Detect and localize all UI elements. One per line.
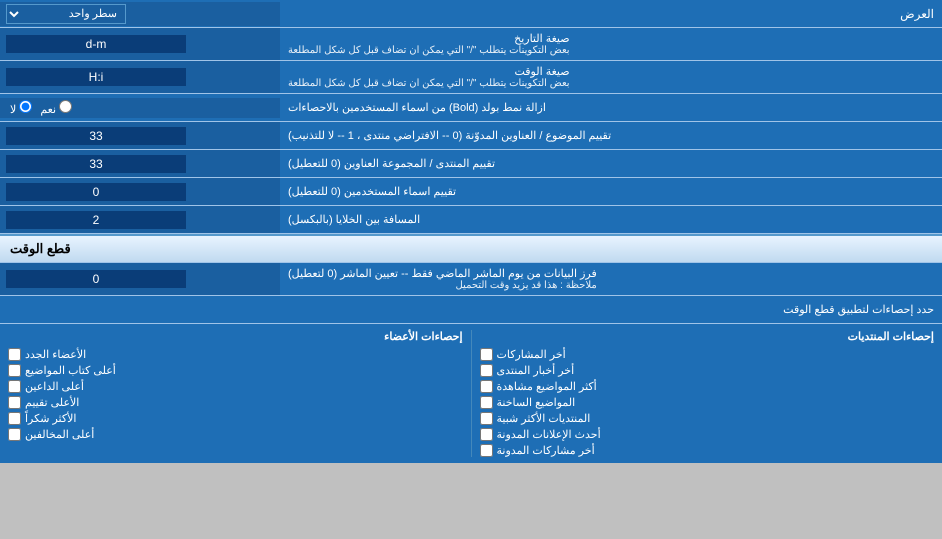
user-order-label: تقييم اسماء المستخدمين (0 للتعطيل) (280, 178, 942, 205)
cb-similar-forums-input[interactable] (480, 412, 493, 425)
forums-stats-title: إحصاءات المنتديات (480, 330, 935, 343)
cb-new-members-input[interactable] (8, 348, 21, 361)
forum-order-row: تقييم المنتدى / المجموعة العناوين (0 للت… (0, 150, 942, 178)
cb-forum-news-input[interactable] (480, 364, 493, 377)
topic-order-label: تقييم الموضوع / العناوين المدوّنة (0 -- … (280, 122, 942, 149)
cb-top-violators: أعلى المخالفين (8, 428, 463, 441)
bold-remove-label: ازالة نمط بولد (Bold) من اسماء المستخدمي… (280, 97, 942, 118)
forums-stats-column: إحصاءات المنتديات أخر المشاركات أخر أخبا… (480, 330, 935, 457)
cb-last-posts: أخر المشاركات (480, 348, 935, 361)
forum-order-input[interactable] (6, 155, 186, 173)
date-format-label-line1: صيغة التاريخ (288, 32, 570, 45)
cb-most-viewed: أكثر المواضيع مشاهدة (480, 380, 935, 393)
bold-remove-no-radio[interactable] (19, 100, 32, 113)
main-container: العرض سطر واحدسطرينثلاثة أسطر صيغة التار… (0, 0, 942, 463)
cb-top-inviters-input[interactable] (8, 380, 21, 393)
cut-time-row: فرز البيانات من يوم الماشر الماضي فقط --… (0, 263, 942, 296)
display-select[interactable]: سطر واحدسطرينثلاثة أسطر (6, 4, 126, 24)
date-format-label-line2: بعض التكوينات يتطلب "/" التي يمكن ان تضا… (288, 45, 570, 56)
cb-last-posts-input[interactable] (480, 348, 493, 361)
members-stats-column: إحصاءات الأعضاء الأعضاء الجدد أعلى كتاب … (8, 330, 463, 457)
cb-latest-announcements-input[interactable] (480, 428, 493, 441)
cb-most-viewed-input[interactable] (480, 380, 493, 393)
date-format-input[interactable] (6, 35, 186, 53)
topic-order-input[interactable] (6, 127, 186, 145)
date-format-label: صيغة التاريخ بعض التكوينات يتطلب "/" الت… (280, 28, 942, 60)
cell-spacing-label: المسافة بين الخلايا (بالبكسل) (280, 206, 942, 233)
column-divider (471, 330, 472, 457)
cut-time-label-line2: ملاحظة : هذا قد يزيد وقت التحميل (288, 280, 597, 291)
cb-top-rated: الأعلى تقييم (8, 396, 463, 409)
cell-spacing-input-container (0, 206, 280, 233)
forum-order-input-container (0, 150, 280, 177)
cb-top-rated-input[interactable] (8, 396, 21, 409)
cut-time-input[interactable] (6, 270, 186, 288)
time-format-row: صيغة الوقت بعض التكوينات يتطلب "/" التي … (0, 61, 942, 94)
topic-order-input-container (0, 122, 280, 149)
user-order-input[interactable] (6, 183, 186, 201)
forum-order-label: تقييم المنتدى / المجموعة العناوين (0 للت… (280, 150, 942, 177)
cell-spacing-row: المسافة بين الخلايا (بالبكسل) (0, 206, 942, 234)
cb-similar-forums: المنتديات الأكثر شبية (480, 412, 935, 425)
cb-blog-posts-input[interactable] (480, 444, 493, 457)
checkboxes-area: إحصاءات المنتديات أخر المشاركات أخر أخبا… (0, 324, 942, 463)
cb-top-inviters: أعلى الداعين (8, 380, 463, 393)
time-format-label-line1: صيغة الوقت (288, 65, 570, 78)
cut-time-label-line1: فرز البيانات من يوم الماشر الماضي فقط --… (288, 267, 597, 280)
time-format-label-line2: بعض التكوينات يتطلب "/" التي يمكن ان تضا… (288, 78, 570, 89)
stats-apply-row: حدد إحصاءات لتطبيق قطع الوقت (0, 296, 942, 324)
time-format-input-container (0, 61, 280, 93)
time-format-label: صيغة الوقت بعض التكوينات يتطلب "/" التي … (280, 61, 942, 93)
display-select-container: سطر واحدسطرينثلاثة أسطر (0, 2, 280, 26)
bold-remove-no-label: لا (10, 100, 32, 116)
cb-new-members: الأعضاء الجدد (8, 348, 463, 361)
user-order-input-container (0, 178, 280, 205)
bold-remove-yes-radio[interactable] (59, 100, 72, 113)
bold-remove-row: ازالة نمط بولد (Bold) من اسماء المستخدمي… (0, 94, 942, 122)
cb-top-writers-input[interactable] (8, 364, 21, 377)
display-header-row: العرض سطر واحدسطرينثلاثة أسطر (0, 0, 942, 28)
cb-top-violators-input[interactable] (8, 428, 21, 441)
cut-section-header: قطع الوقت (0, 234, 942, 263)
cb-latest-announcements: أحدث الإعلانات المدونة (480, 428, 935, 441)
time-format-input[interactable] (6, 68, 186, 86)
cb-most-thanks: الأكثر شكراً (8, 412, 463, 425)
cb-blog-posts: أخر مشاركات المدونة (480, 444, 935, 457)
cut-time-input-container (0, 263, 280, 295)
cb-forum-news: أخر أخبار المنتدى (480, 364, 935, 377)
members-stats-title: إحصاءات الأعضاء (8, 330, 463, 343)
topic-order-row: تقييم الموضوع / العناوين المدوّنة (0 -- … (0, 122, 942, 150)
stats-apply-label: حدد إحصاءات لتطبيق قطع الوقت (8, 303, 934, 316)
cut-section-title: قطع الوقت (10, 241, 71, 257)
date-format-input-container (0, 28, 280, 60)
user-order-row: تقييم اسماء المستخدمين (0 للتعطيل) (0, 178, 942, 206)
cell-spacing-input[interactable] (6, 211, 186, 229)
display-label: العرض (280, 3, 942, 25)
cb-most-thanks-input[interactable] (8, 412, 21, 425)
cb-top-writers: أعلى كتاب المواضيع (8, 364, 463, 377)
cut-time-label: فرز البيانات من يوم الماشر الماضي فقط --… (280, 263, 942, 295)
bold-remove-input-container: نعم لا (0, 98, 280, 118)
bold-remove-yes-label: نعم (40, 100, 72, 116)
cb-hot-topics: المواضيع الساخنة (480, 396, 935, 409)
date-format-row: صيغة التاريخ بعض التكوينات يتطلب "/" الت… (0, 28, 942, 61)
cb-hot-topics-input[interactable] (480, 396, 493, 409)
